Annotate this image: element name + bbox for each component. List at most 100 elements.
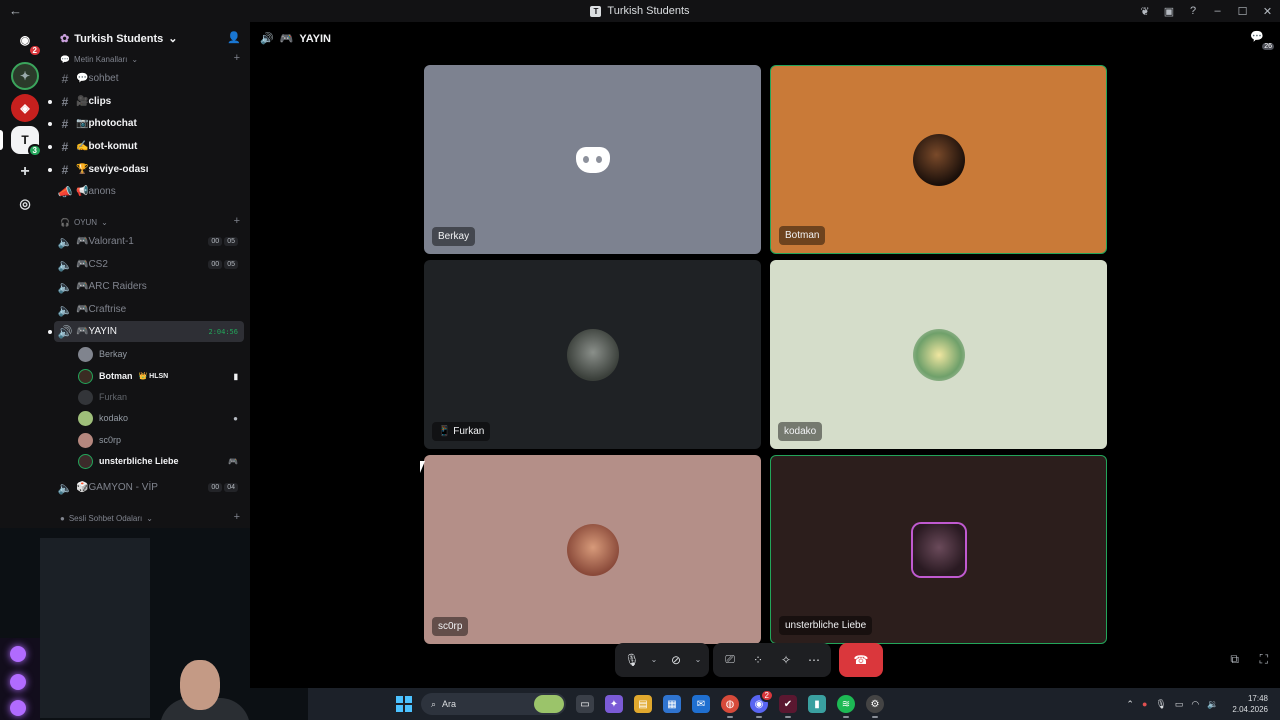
channel-sohbet[interactable]: # 💬 sohbet bbox=[54, 68, 244, 89]
fullscreen-icon[interactable]: ⛶ bbox=[1260, 652, 1268, 667]
category-voice-rooms[interactable]: ● Sesli Sohbet Odaları ⌄ + bbox=[60, 511, 240, 523]
tray-app-icon[interactable]: ● bbox=[1142, 699, 1147, 709]
disconnect-button[interactable]: ☎ bbox=[839, 642, 883, 677]
discord-icon[interactable]: ◉ 2 bbox=[750, 689, 774, 718]
user-limit-badge: 00 04 bbox=[208, 483, 238, 492]
file-explorer-icon[interactable]: ▤ bbox=[634, 695, 652, 713]
voice-user-sc0rp[interactable]: sc0rp bbox=[78, 430, 238, 450]
chevron-up-icon[interactable]: ⌃ bbox=[1126, 699, 1134, 710]
participant-name: kodako bbox=[778, 422, 823, 441]
channel-photochat[interactable]: # 📷 photochat bbox=[48, 113, 244, 134]
channel-anons[interactable]: 📣 📢 anons bbox=[54, 181, 244, 202]
unread-dot bbox=[48, 329, 52, 334]
chrome-icon[interactable]: ◍ bbox=[721, 695, 739, 718]
copilot-icon[interactable]: ✦ bbox=[605, 695, 623, 713]
voice-user-berkay[interactable]: Berkay bbox=[78, 344, 238, 364]
avatar bbox=[78, 368, 93, 384]
channel-bot-komut[interactable]: # ✍️ bot-komut bbox=[48, 136, 244, 157]
voice-channel-arc-raiders[interactable]: 🔈 🎮 ARC Raiders bbox=[54, 276, 244, 297]
add-channel-icon[interactable]: + bbox=[234, 511, 240, 523]
windows-start-icon[interactable] bbox=[396, 696, 412, 712]
activities-icon[interactable]: ⁘ bbox=[747, 649, 769, 671]
soundboard-icon[interactable]: ✧ bbox=[775, 649, 797, 671]
popout-icon[interactable]: ⧉ bbox=[1230, 652, 1239, 667]
store-icon[interactable]: ▦ bbox=[663, 695, 681, 713]
notepad-icon[interactable]: ▮ bbox=[808, 695, 826, 713]
minimize-icon[interactable]: – bbox=[1205, 5, 1230, 17]
channel-emoji: 🎥 bbox=[76, 96, 89, 107]
voice-user-unsterbliche-liebe[interactable]: unsterbliche Liebe 🎮 bbox=[78, 451, 238, 471]
participant-tile-unsterbliche-liebe[interactable]: unsterbliche Liebe bbox=[770, 455, 1107, 644]
help-icon[interactable]: ? bbox=[1181, 5, 1205, 17]
taskbar-search[interactable]: ⌕ Ara bbox=[421, 693, 566, 715]
inbox-icon[interactable]: ▣ bbox=[1157, 5, 1181, 18]
wifi-icon[interactable]: ◠ bbox=[1191, 699, 1199, 710]
leaf-icon[interactable]: ❦ bbox=[1133, 5, 1157, 18]
add-channel-icon[interactable]: + bbox=[234, 52, 240, 64]
chevron-down-icon[interactable]: ⌄ bbox=[649, 649, 659, 671]
hash-icon: # bbox=[61, 139, 69, 154]
task-view-icon[interactable]: ▭ bbox=[576, 695, 594, 713]
server-icon-turkish-students[interactable]: T 3 bbox=[11, 126, 42, 157]
invite-people-icon[interactable]: 👤 bbox=[227, 31, 241, 44]
close-icon[interactable]: ✕ bbox=[1255, 5, 1280, 18]
voice-channel-valorant[interactable]: 🔈 🎮 Valorant-1 00 05 bbox=[54, 231, 244, 252]
call-timer: 2:04:56 bbox=[208, 327, 238, 336]
hash-icon: # bbox=[61, 94, 69, 109]
volume-icon[interactable]: 🔉 bbox=[1207, 699, 1218, 710]
chevron-down-icon[interactable]: ⌄ bbox=[693, 649, 703, 671]
channel-emoji: 📷 bbox=[76, 118, 89, 129]
channel-seviye-odasi[interactable]: # 🏆 seviye-odası bbox=[48, 159, 244, 180]
more-options-icon[interactable]: ⋯ bbox=[803, 649, 825, 671]
camera-off-icon[interactable]: ⊘ bbox=[665, 649, 687, 671]
voice-channel-craftrise[interactable]: 🔈 🎮 Craftrise bbox=[54, 299, 244, 320]
voice-user-name: sc0rp bbox=[99, 435, 122, 445]
hash-icon: # bbox=[61, 116, 69, 131]
display-icon[interactable]: ▭ bbox=[1175, 699, 1184, 710]
voice-user-kodako[interactable]: kodako ● bbox=[78, 408, 238, 428]
screen-share-icon[interactable]: ⎚ bbox=[719, 649, 741, 671]
channel-clips[interactable]: # 🎥 clips bbox=[48, 91, 244, 112]
voice-user-botman[interactable]: Botman 👑 HLSN ▮ bbox=[78, 366, 238, 386]
category-game[interactable]: 🎧 OYUN ⌄ + bbox=[60, 215, 240, 227]
settings-app-icon[interactable]: ⚙ bbox=[866, 695, 884, 718]
microphone-icon[interactable]: 🎙 bbox=[1155, 699, 1166, 710]
avatar bbox=[566, 523, 619, 576]
server-icon-owl[interactable]: ✦ bbox=[11, 62, 39, 90]
outlook-icon[interactable]: ✉ bbox=[692, 695, 710, 713]
category-text[interactable]: 💬 Metin Kanalları ⌄ + bbox=[60, 52, 240, 64]
microphone-icon[interactable]: 🎙 bbox=[621, 649, 643, 671]
discover-icon[interactable]: ◎ bbox=[11, 190, 39, 218]
clock[interactable]: 17:48 2.04.2026 bbox=[1232, 693, 1268, 715]
member-count-badge: 26 bbox=[1262, 43, 1274, 50]
voice-channel-cs2[interactable]: 🔈 🎮 CS2 00 05 bbox=[54, 254, 244, 275]
participant-tile-kodako[interactable]: kodako bbox=[770, 260, 1107, 449]
role-tag: 👑 HLSN bbox=[138, 373, 169, 380]
participant-tile-furkan[interactable]: 📱 Furkan bbox=[424, 260, 761, 449]
members-button[interactable]: 26 💬 bbox=[1250, 30, 1274, 50]
webcam-led-light bbox=[10, 700, 26, 716]
participant-tile-sc0rp[interactable]: sc0rp bbox=[424, 455, 761, 644]
maximize-icon[interactable]: ☐ bbox=[1230, 5, 1255, 18]
spotify-icon[interactable]: ≋ bbox=[837, 695, 855, 718]
channel-sidebar: ✿ Turkish Students ⌄ 👤 💬 Metin Kanalları… bbox=[48, 22, 250, 528]
voice-user-furkan[interactable]: Furkan bbox=[78, 387, 238, 407]
add-server-icon[interactable]: + bbox=[11, 158, 39, 186]
speaker-active-icon: 🔊 bbox=[57, 324, 73, 339]
media-app-icon[interactable]: ✔ bbox=[779, 695, 797, 718]
discord-home-icon[interactable]: ◉ 2 bbox=[11, 26, 42, 57]
unread-dot bbox=[48, 167, 52, 172]
participant-tile-botman[interactable]: Botman bbox=[770, 65, 1107, 254]
channel-name: Valorant-1 bbox=[88, 236, 134, 247]
mic-video-group: 🎙 ⌄ ⊘ ⌄ bbox=[615, 642, 709, 677]
participant-name: unsterbliche Liebe bbox=[779, 616, 873, 635]
unread-dot bbox=[48, 121, 52, 126]
voice-channel-gamyon-vip[interactable]: 🔈 🎲 GAMYON - VİP 00 04 bbox=[54, 477, 244, 498]
server-header[interactable]: ✿ Turkish Students ⌄ 👤 bbox=[48, 22, 250, 55]
server-emblem-icon: ✿ bbox=[60, 33, 70, 45]
server-icon-red[interactable]: ◈ bbox=[11, 94, 39, 122]
voice-channel-yayin[interactable]: 🔊 🎮 YAYIN 2:04:56 bbox=[48, 321, 244, 342]
windows-taskbar: ⌕ Ara ▭ ✦ ▤ ▦ ✉ ◍ ◉ 2 ✔ ▮ ≋ ⚙ ⌃ ● 🎙 ▭ ◠ … bbox=[308, 688, 1280, 720]
add-channel-icon[interactable]: + bbox=[234, 215, 240, 227]
participant-tile-berkay[interactable]: Berkay bbox=[424, 65, 761, 254]
